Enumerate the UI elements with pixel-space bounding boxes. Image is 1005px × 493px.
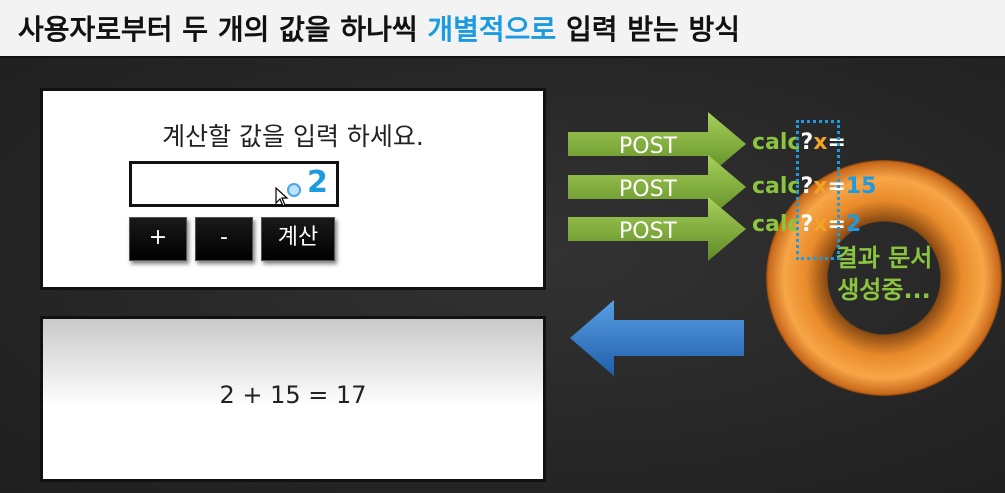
- typed-value: 2: [307, 165, 328, 200]
- page-title: 사용자로부터 두 개의 값을 하나씩 개별적으로 입력 받는 방식: [18, 13, 741, 46]
- param-highlight-box: [796, 120, 840, 260]
- click-indicator-icon: [287, 183, 301, 197]
- return-arrow: [570, 300, 744, 376]
- input-prompt: 계산할 값을 입력 하세요.: [162, 122, 424, 151]
- title-highlight: 개별적으로: [427, 13, 557, 46]
- input-panel: 계산할 값을 입력 하세요. 2 + - 계산: [40, 88, 546, 290]
- minus-button[interactable]: -: [195, 217, 253, 261]
- calculate-button[interactable]: 계산: [261, 217, 335, 261]
- result-text: 2 + 15 = 17: [219, 381, 367, 409]
- mouse-pointer-icon: [275, 187, 289, 207]
- plus-button[interactable]: +: [129, 217, 187, 261]
- result-panel: 2 + 15 = 17: [40, 316, 546, 482]
- post-label-3: POST: [619, 219, 677, 244]
